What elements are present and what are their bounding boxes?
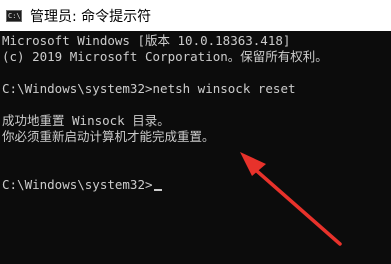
command-prompt-window: C:\ 管理员: 命令提示符 Microsoft Windows [版本 10.… xyxy=(0,0,391,264)
terminal-line-restart-notice: 你必须重新启动计算机才能完成重置。 xyxy=(2,129,215,144)
window-title: 管理员: 命令提示符 xyxy=(30,8,152,25)
cmd-icon: C:\ xyxy=(6,9,22,22)
terminal-line-command: C:\Windows\system32>netsh winsock reset xyxy=(2,81,296,96)
terminal-line-version: Microsoft Windows [版本 10.0.18363.418] xyxy=(2,33,291,48)
terminal-output[interactable]: Microsoft Windows [版本 10.0.18363.418] (c… xyxy=(2,33,389,193)
title-bar[interactable]: C:\ 管理员: 命令提示符 xyxy=(0,0,391,31)
terminal-prompt: C:\Windows\system32> xyxy=(2,177,153,192)
terminal-line-copyright: (c) 2019 Microsoft Corporation。保留所有权利。 xyxy=(2,49,328,64)
terminal-line-success: 成功地重置 Winsock 目录。 xyxy=(2,113,170,128)
text-cursor xyxy=(153,189,162,191)
terminal-prompt-line[interactable]: C:\Windows\system32> xyxy=(2,177,389,193)
